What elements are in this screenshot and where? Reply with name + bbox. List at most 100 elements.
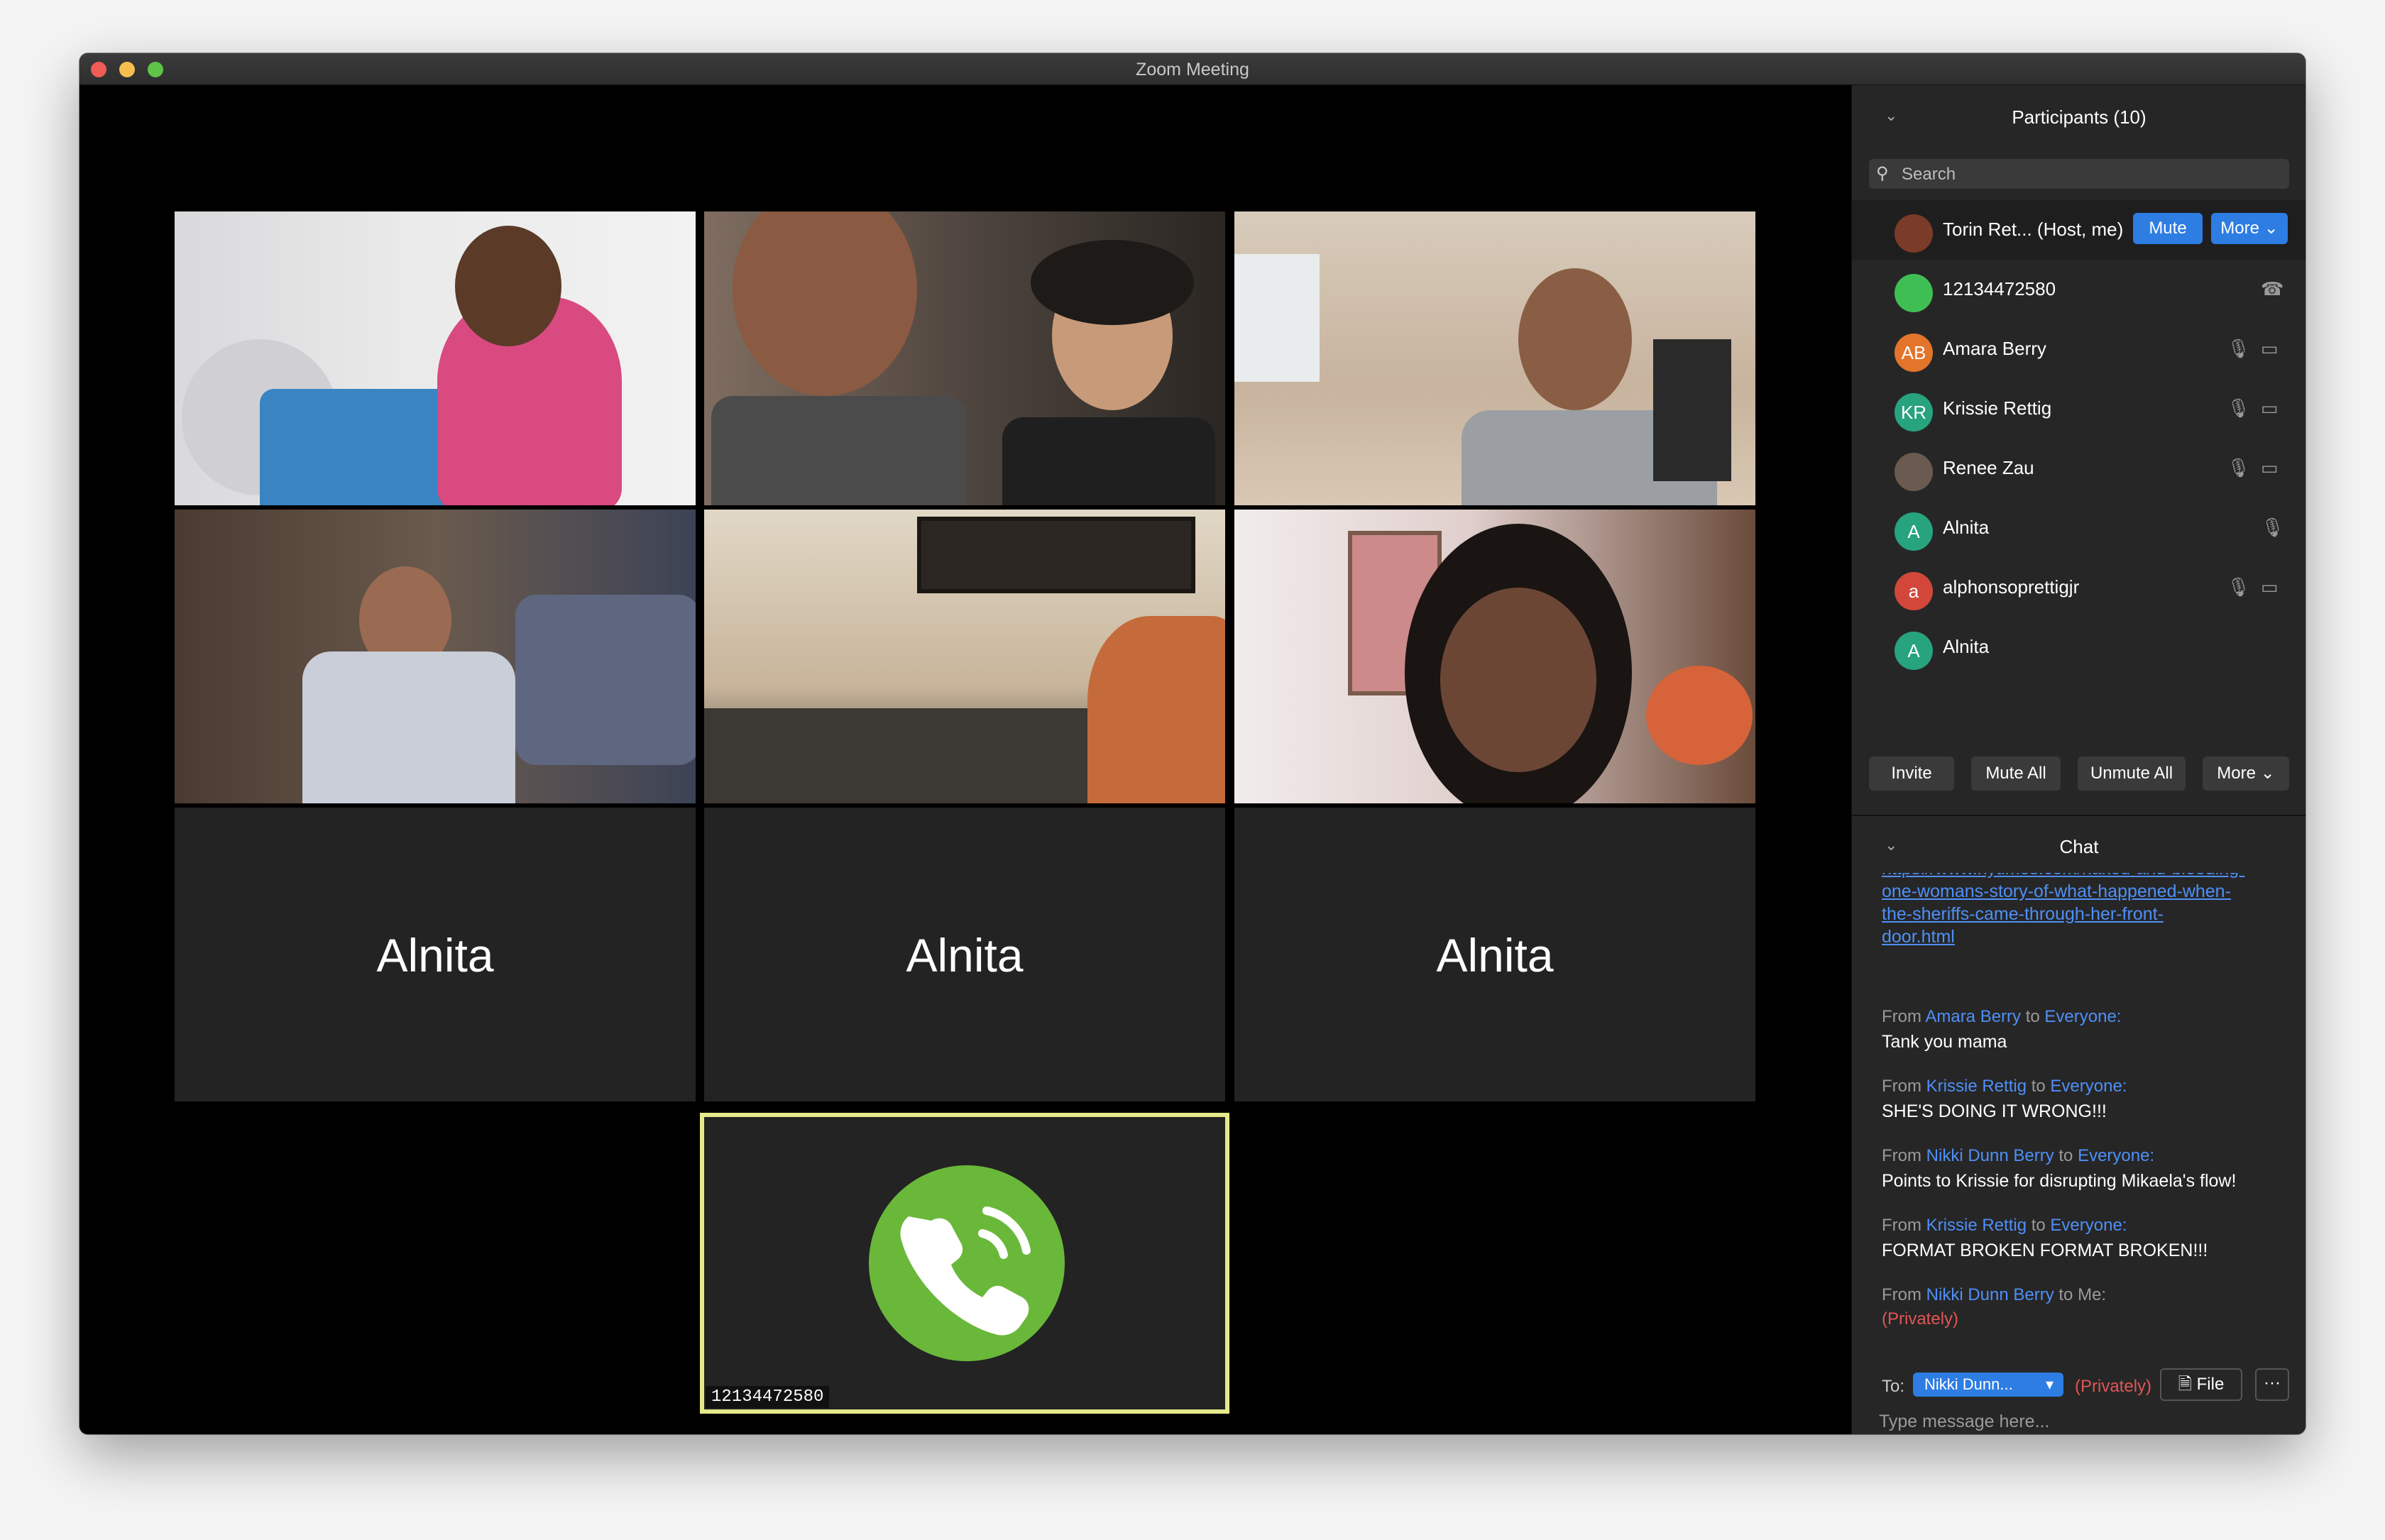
- participants-more-button[interactable]: More ⌄: [2203, 757, 2289, 791]
- avatar: [1895, 274, 1933, 312]
- participant-name-tile[interactable]: Alnita: [704, 808, 1225, 1101]
- chat-message-input[interactable]: [1877, 1408, 2278, 1434]
- participant-row[interactable]: a alphonsoprettigjr 🎙 ▭: [1852, 558, 2306, 617]
- avatar: [1895, 453, 1933, 491]
- participant-row[interactable]: KR Krissie Rettig 🎙 ▭: [1852, 379, 2306, 439]
- file-button[interactable]: 🗎 File: [2160, 1368, 2242, 1401]
- video-tile[interactable]: [175, 211, 696, 505]
- chat-more-button[interactable]: ···: [2255, 1368, 2289, 1401]
- chat-message-text: Tank you mama: [1882, 1032, 2007, 1052]
- mute-button[interactable]: Mute: [2133, 213, 2203, 244]
- message-to-label: to: [2031, 1077, 2046, 1096]
- chat-link-line[interactable]: https://www.nytimes.com/naked-and-bleedi…: [1882, 873, 2293, 880]
- message-from-label: From: [1882, 1216, 1921, 1235]
- private-indicator: (Privately): [1882, 1309, 1959, 1329]
- participant-row[interactable]: AB Amara Berry 🎙 ▭: [1852, 319, 2306, 379]
- chat-message-meta: From Amara Berry to Everyone:: [1882, 1005, 2293, 1029]
- avatar: a: [1895, 572, 1933, 610]
- host-more-label: More: [2220, 219, 2259, 238]
- participant-name-tile[interactable]: Alnita: [1234, 808, 1755, 1101]
- mute-all-button[interactable]: Mute All: [1971, 757, 2061, 791]
- chat-messages: https://www.nytimes.com/naked-and-bleedi…: [1852, 873, 2306, 1334]
- participant-name: Renee Zau: [1943, 457, 2034, 478]
- chevron-down-icon: ⌄: [2260, 764, 2275, 783]
- invite-button[interactable]: Invite: [1869, 757, 1954, 791]
- chevron-down-icon: ⌄: [2264, 219, 2279, 238]
- message-to-label: to: [2031, 1216, 2046, 1235]
- participant-name: Alnita: [376, 929, 494, 981]
- participants-search-input[interactable]: ⚲ Search: [1869, 159, 2289, 189]
- participant-name-tile[interactable]: Alnita: [175, 808, 696, 1101]
- message-sender[interactable]: Nikki Dunn Berry: [1926, 1285, 2054, 1304]
- file-label: File: [2196, 1375, 2225, 1394]
- participant-name: alphonsoprettigjr: [1943, 576, 2080, 598]
- search-placeholder: Search: [1902, 165, 1956, 184]
- active-speaker-phone-tile[interactable]: 12134472580: [700, 1113, 1229, 1414]
- title-bar: Zoom Meeting: [80, 53, 2306, 85]
- message-sender[interactable]: Nikki Dunn Berry: [1926, 1146, 2054, 1165]
- message-recipient: Everyone:: [2078, 1146, 2155, 1165]
- chat-message-text: SHE'S DOING IT WRONG!!!: [1882, 1101, 2107, 1121]
- unmute-all-button[interactable]: Unmute All: [2078, 757, 2186, 791]
- chat-link-line[interactable]: the-sheriffs-came-through-her-front-: [1882, 903, 2293, 925]
- participant-name: Alnita: [1943, 517, 1990, 538]
- participant-name: Krissie Rettig: [1943, 397, 2052, 419]
- mic-icon: 🎙: [2227, 338, 2251, 359]
- video-icon: ▭: [2261, 338, 2279, 359]
- chat-message: From Nikki Dunn Berry to Everyone: Points…: [1882, 1144, 2293, 1194]
- chat-message-meta: From Krissie Rettig to Everyone:: [1882, 1214, 2293, 1238]
- participant-name: Alnita: [1436, 929, 1554, 981]
- chat-message: From Krissie Rettig to Everyone: FORMAT B…: [1882, 1214, 2293, 1263]
- file-icon: 🗎: [2178, 1375, 2192, 1394]
- participant-name: Torin Ret... (Host, me): [1943, 219, 2124, 240]
- avatar: KR: [1895, 393, 1933, 431]
- panel-divider: [1852, 815, 2306, 816]
- mic-icon: 🎙: [2261, 517, 2285, 538]
- chat-message-meta: From Nikki Dunn Berry to Everyone:: [1882, 1144, 2293, 1168]
- message-to-label: to: [2058, 1146, 2073, 1165]
- avatar: AB: [1895, 334, 1933, 372]
- mic-icon: 🎙: [2227, 457, 2251, 478]
- dropdown-arrow-icon: ▾: [2045, 1375, 2054, 1393]
- participants-header: Participants (10): [2012, 106, 2146, 128]
- participant-row[interactable]: A Alnita: [1852, 617, 2306, 677]
- video-tile[interactable]: [704, 211, 1225, 505]
- message-from-label: From: [1882, 1007, 1921, 1026]
- participant-row[interactable]: Renee Zau 🎙 ▭: [1852, 439, 2306, 498]
- chat-link-line[interactable]: door.html: [1882, 925, 2293, 948]
- message-recipient: Everyone:: [2050, 1077, 2127, 1096]
- gallery-view: Alnita Alnita Alnita 12134472580: [80, 85, 1851, 1434]
- message-sender[interactable]: Amara Berry: [1925, 1007, 2021, 1026]
- window-title: Zoom Meeting: [1136, 60, 1249, 79]
- recipient-select[interactable]: Nikki Dunn... ▾: [1913, 1373, 2063, 1397]
- video-tile[interactable]: [1234, 211, 1755, 505]
- phone-call-icon: [869, 1165, 1065, 1361]
- chat-message-text: Points to Krissie for disrupting Mikaela…: [1882, 1171, 2237, 1191]
- video-tile[interactable]: [704, 510, 1225, 803]
- mic-icon: 🎙: [2227, 576, 2251, 598]
- participant-row[interactable]: A Alnita 🎙: [1852, 498, 2306, 558]
- participant-name: 12134472580: [1943, 278, 2056, 299]
- phone-icon: ☎: [2261, 278, 2284, 299]
- video-tile[interactable]: [175, 510, 696, 803]
- video-tile[interactable]: [1234, 510, 1755, 803]
- chat-header: Chat: [2059, 836, 2099, 857]
- video-icon: ▭: [2261, 457, 2279, 478]
- host-more-button[interactable]: More ⌄: [2211, 213, 2288, 244]
- chat-link-line[interactable]: one-womans-story-of-what-happened-when-: [1882, 880, 2293, 903]
- chat-message: From Amara Berry to Everyone: Tank you ma…: [1882, 1005, 2293, 1055]
- participant-row[interactable]: 12134472580 ☎: [1852, 260, 2306, 319]
- message-sender[interactable]: Krissie Rettig: [1926, 1216, 2027, 1235]
- zoom-window: Zoom Meeting Alnita Alnita Alnita 121344…: [80, 53, 2306, 1434]
- participants-more-label: More: [2217, 764, 2256, 783]
- message-sender[interactable]: Krissie Rettig: [1926, 1077, 2027, 1096]
- avatar: [1895, 214, 1933, 253]
- message-recipient: Everyone:: [2044, 1007, 2122, 1026]
- phone-tile-label: 12134472580: [706, 1386, 830, 1408]
- message-to-label: to: [2058, 1285, 2073, 1304]
- mic-icon: 🎙: [2227, 397, 2251, 419]
- chat-message: From Nikki Dunn Berry to Me:(Privately)B…: [1882, 1283, 2293, 1334]
- participant-name: Alnita: [906, 929, 1024, 981]
- avatar: A: [1895, 632, 1933, 670]
- participant-row-host[interactable]: Torin Ret... (Host, me) Mute More ⌄: [1852, 200, 2306, 260]
